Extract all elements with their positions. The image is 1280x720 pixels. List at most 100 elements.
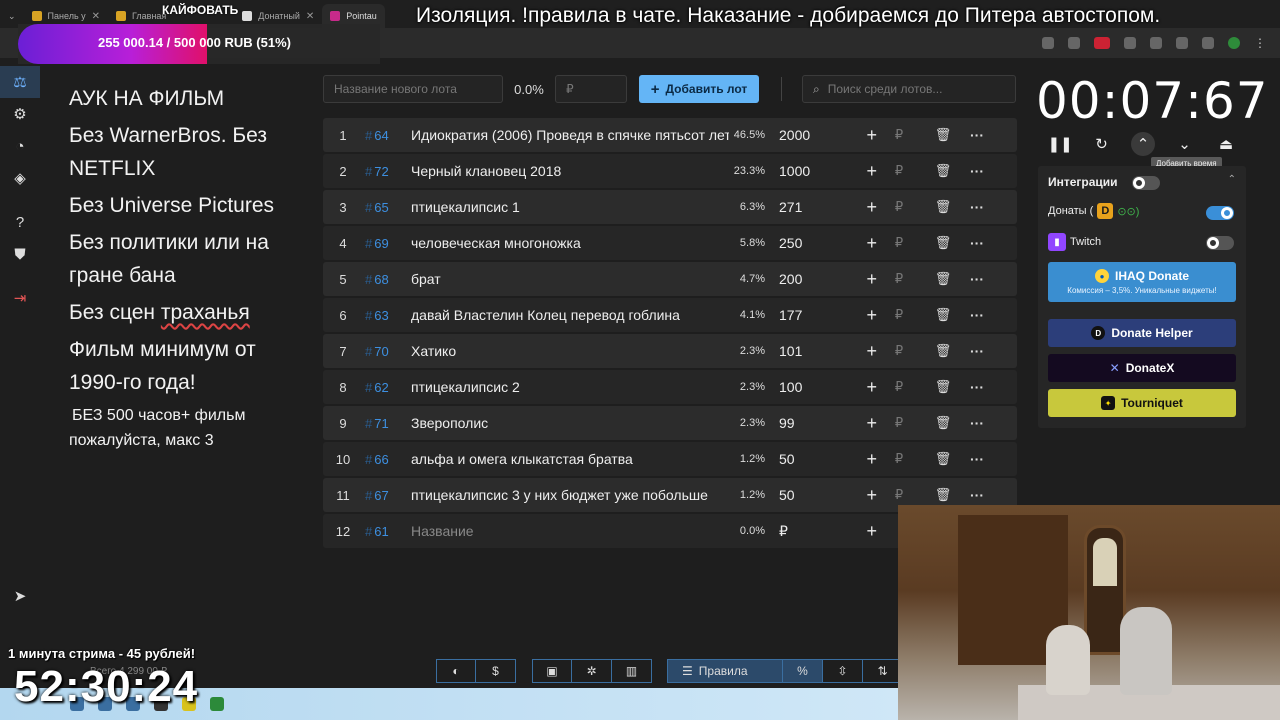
rules-button[interactable]: ☰ Правила	[667, 659, 783, 683]
lot-amount[interactable]: 2000	[765, 127, 823, 143]
adblock-icon[interactable]	[1094, 37, 1110, 49]
more-options-icon[interactable]: ···	[965, 451, 989, 467]
translate-icon[interactable]	[1042, 37, 1054, 49]
lot-name[interactable]: птицекалипсис 1	[411, 199, 729, 215]
taskbar-app-icon[interactable]	[210, 697, 224, 711]
lot-name[interactable]: Черный клановец 2018	[411, 163, 729, 179]
more-options-icon[interactable]: ···	[965, 235, 989, 251]
new-lot-amount-input[interactable]: ₽	[555, 75, 627, 103]
more-options-icon[interactable]: ···	[965, 163, 989, 179]
more-options-icon[interactable]: ···	[965, 271, 989, 287]
lot-row[interactable]: 9 #71 Зверополис 2.3% 99 + ₽ 🗑 ···	[323, 406, 1017, 440]
more-options-icon[interactable]: ···	[965, 379, 989, 395]
tourniquet-button[interactable]: ✦ Tourniquet	[1048, 389, 1236, 417]
delete-trash-icon[interactable]: 🗑	[921, 379, 965, 395]
github-icon[interactable]: ◐	[436, 659, 476, 683]
delete-trash-icon[interactable]: 🗑	[921, 199, 965, 215]
amount-input-rub[interactable]: ₽	[877, 199, 921, 215]
reading-list-icon[interactable]	[1202, 37, 1214, 49]
settings-gear-icon[interactable]: ⚙	[0, 98, 40, 130]
more-options-icon[interactable]: ···	[965, 343, 989, 359]
help-icon[interactable]: ?	[0, 206, 40, 238]
lot-amount[interactable]: 100	[765, 379, 823, 395]
donate-helper-button[interactable]: D Donate Helper	[1048, 319, 1236, 347]
delete-trash-icon[interactable]: 🗑	[921, 343, 965, 359]
lot-row[interactable]: 10 #66 альфа и омега клыкатстая братва 1.2%…	[323, 442, 1017, 476]
collapse-chevron-icon[interactable]: ⌃	[1228, 174, 1236, 185]
save-icon[interactable]: ▣	[532, 659, 572, 683]
add-time-chevron-up-icon[interactable]: ⌃	[1131, 132, 1155, 156]
percent-toggle-button[interactable]: %	[783, 659, 823, 683]
delete-trash-icon[interactable]: 🗑	[921, 127, 965, 143]
more-options-icon[interactable]: ···	[965, 415, 989, 431]
clear-trash-icon[interactable]: ▥	[612, 659, 652, 683]
lot-amount[interactable]: 50	[765, 451, 823, 467]
lot-row[interactable]: 5 #68 брат 4.7% 200 + ₽ 🗑 ···	[323, 262, 1017, 296]
add-amount-plus-icon[interactable]: +	[823, 197, 877, 218]
lot-name[interactable]: Идиократия (2006) Проведя в спячке пятьс…	[411, 127, 729, 143]
add-amount-plus-icon[interactable]: +	[823, 521, 877, 542]
delete-trash-icon[interactable]: 🗑	[921, 163, 965, 179]
add-lot-button[interactable]: + Добавить лот	[639, 75, 759, 103]
more-options-icon[interactable]: ···	[965, 127, 989, 143]
extension-icon[interactable]	[1150, 37, 1162, 49]
lot-search-input[interactable]: ⌕ Поиск среди лотов...	[802, 75, 1016, 103]
subtract-time-chevron-down-icon[interactable]: ⌄	[1173, 132, 1197, 156]
telegram-icon[interactable]: ➤	[0, 580, 40, 612]
lot-row[interactable]: 8 #62 птицекалипсис 2 2.3% 100 + ₽ 🗑 ···	[323, 370, 1017, 404]
lot-amount[interactable]: 99	[765, 415, 823, 431]
lot-row[interactable]: 2 #72 Черный клановец 2018 23.3% 1000 + ₽ 🗑 ···	[323, 154, 1017, 188]
double-time-icon[interactable]: ⏏	[1214, 132, 1238, 156]
shield-icon[interactable]: ⛊	[0, 238, 40, 270]
lot-row[interactable]: 1 #64 Идиократия (2006) Проведя в спячке п…	[323, 118, 1017, 152]
lot-name[interactable]: Зверополис	[411, 415, 729, 431]
lot-name[interactable]: давай Властелин Колец перевод гоблина	[411, 307, 729, 323]
pause-icon[interactable]: ❚❚	[1047, 132, 1072, 156]
close-icon[interactable]: ✕	[306, 11, 314, 22]
donatex-button[interactable]: ✕ DonateX	[1048, 354, 1236, 382]
lot-amount[interactable]: 200	[765, 271, 823, 287]
extension-icon[interactable]	[1124, 37, 1136, 49]
add-amount-plus-icon[interactable]: +	[823, 161, 877, 182]
amount-input-rub[interactable]: ₽	[877, 379, 921, 395]
delete-trash-icon[interactable]: 🗑	[921, 451, 965, 467]
wheel-chart-icon[interactable]: ◔	[0, 130, 40, 162]
logout-icon[interactable]: ⇥	[0, 282, 40, 314]
add-amount-plus-icon[interactable]: +	[823, 449, 877, 470]
amount-input-rub[interactable]: ₽	[877, 163, 921, 179]
layers-icon[interactable]: ◈	[0, 162, 40, 194]
lot-row[interactable]: 7 #70 Хатико 2.3% 101 + ₽ 🗑 ···	[323, 334, 1017, 368]
lot-name[interactable]: птицекалипсис 2	[411, 379, 729, 395]
add-amount-plus-icon[interactable]: +	[823, 485, 877, 506]
lot-row[interactable]: 4 #69 человеческая многоножка 5.8% 250 + ₽ 🗑 ···	[323, 226, 1017, 260]
lot-amount[interactable]: 50	[765, 487, 823, 503]
twitch-toggle[interactable]	[1206, 236, 1234, 250]
delete-trash-icon[interactable]: 🗑	[921, 235, 965, 251]
more-options-icon[interactable]: ···	[965, 199, 989, 215]
lot-row[interactable]: 6 #63 давай Властелин Колец перевод гоблин…	[323, 298, 1017, 332]
amount-input-rub[interactable]: ₽	[877, 415, 921, 431]
kebab-menu-icon[interactable]: ⋮	[1254, 36, 1266, 50]
amount-input-rub[interactable]: ₽	[877, 127, 921, 143]
lot-amount[interactable]: 271	[765, 199, 823, 215]
bookmark-star-icon[interactable]	[1068, 37, 1080, 49]
profile-avatar[interactable]	[1228, 37, 1240, 49]
puzzle-icon[interactable]	[1176, 37, 1188, 49]
lot-name[interactable]: Название	[411, 523, 729, 539]
close-icon[interactable]: ✕	[92, 11, 100, 22]
lot-name[interactable]: брат	[411, 271, 729, 287]
donate-dollar-icon[interactable]: $	[476, 659, 516, 683]
lot-amount[interactable]: 250	[765, 235, 823, 251]
amount-input-rub[interactable]: ₽	[877, 487, 921, 503]
lot-amount[interactable]: 177	[765, 307, 823, 323]
more-options-icon[interactable]: ···	[965, 307, 989, 323]
lot-amount[interactable]: ₽	[765, 523, 823, 540]
new-lot-name-input[interactable]: Название нового лота	[323, 75, 503, 103]
donats-toggle[interactable]	[1206, 206, 1234, 220]
lot-name[interactable]: птицекалипсис 3 у них бюджет уже побольш…	[411, 487, 729, 503]
integrations-master-toggle[interactable]	[1132, 176, 1160, 190]
add-amount-plus-icon[interactable]: +	[823, 269, 877, 290]
compact-view-icon[interactable]: ⇳	[823, 659, 863, 683]
lot-row[interactable]: 3 #65 птицекалипсис 1 6.3% 271 + ₽ 🗑 ···	[323, 190, 1017, 224]
amount-input-rub[interactable]: ₽	[877, 235, 921, 251]
